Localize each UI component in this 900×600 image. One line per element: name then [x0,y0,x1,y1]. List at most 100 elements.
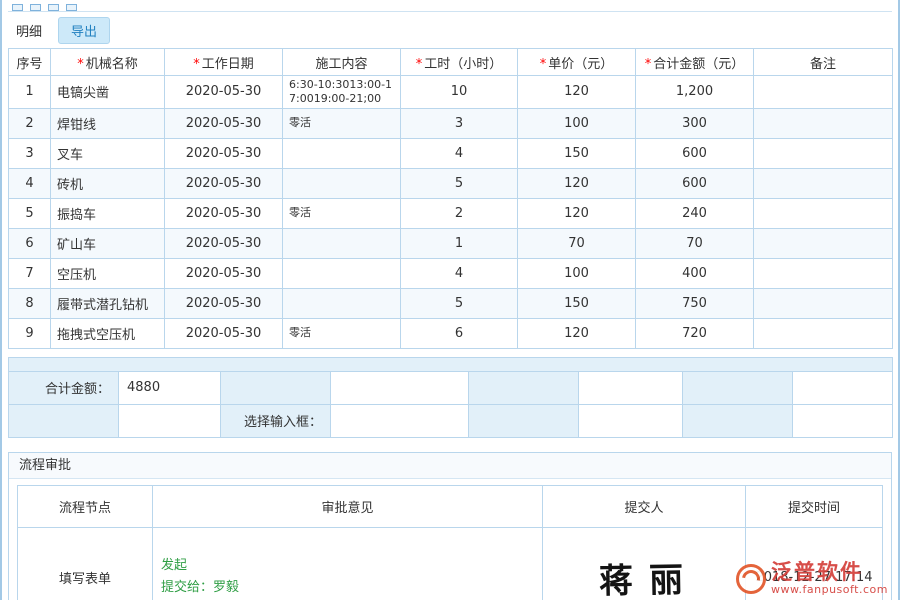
total-amount-label: 合计金额： [9,371,119,404]
cell-no: 7 [9,258,51,288]
cell-content: 零活 [283,318,401,348]
cell-total: 600 [636,138,754,168]
approval-col-header-0: 流程节点 [18,485,153,527]
machine-table-row: 5振捣车2020-05-30零活2120240 [9,198,893,228]
cell-name: 空压机 [51,258,165,288]
machine-table-row: 1电镐尖凿2020-05-306:30-10:3013:00-17:0019:0… [9,76,893,109]
cell-no: 4 [9,168,51,198]
clipped-toolbar [8,0,892,12]
cell-remark [754,318,893,348]
cell-total: 70 [636,228,754,258]
cell-date: 2020-05-30 [165,258,283,288]
opinion-line: 发起 [161,555,534,577]
cell-no: 1 [9,76,51,109]
machine-col-header-4: *工时（小时） [401,49,518,76]
cell-content: 零活 [283,108,401,138]
summary-empty-field[interactable] [579,371,683,404]
machine-col-header-0: 序号 [9,49,51,76]
required-asterisk: * [77,57,84,72]
approval-time-cell: 2018-12-27 17:14 [746,527,883,600]
cell-hours: 5 [401,168,518,198]
summary-empty-cell [469,371,579,404]
summary-empty-cell [469,404,579,437]
summary-empty-cell [221,371,331,404]
cell-hours: 6 [401,318,518,348]
total-amount-value[interactable]: 4880 [119,371,221,404]
cell-remark [754,108,893,138]
cell-name: 履带式潜孔钻机 [51,288,165,318]
cell-name: 矿山车 [51,228,165,258]
cell-price: 120 [518,318,636,348]
summary-empty-cell [683,371,793,404]
summary-empty-field[interactable] [119,404,221,437]
export-button[interactable]: 导出 [58,17,110,44]
approval-submitter-cell: 蒋丽 [543,527,746,600]
cell-price: 100 [518,258,636,288]
summary-strip-row [9,357,893,371]
cell-no: 6 [9,228,51,258]
select-input-label: 选择输入框： [221,404,331,437]
cell-no: 8 [9,288,51,318]
approval-row: 填写表单 发起提交给：罗毅 蒋丽 2018-12-27 17:14 [18,527,883,600]
cell-total: 240 [636,198,754,228]
machine-table-row: 8履带式潜孔钻机2020-05-305150750 [9,288,893,318]
machine-col-header-7: 备注 [754,49,893,76]
approval-node-cell: 填写表单 [18,527,153,600]
cell-content [283,258,401,288]
approval-table: 流程节点审批意见提交人提交时间 填写表单 发起提交给：罗毅 蒋丽 2018-12… [17,485,883,600]
cell-date: 2020-05-30 [165,288,283,318]
cell-price: 150 [518,288,636,318]
clipped-toolbar-icon[interactable] [30,4,41,11]
summary-empty-field[interactable] [331,371,469,404]
cell-price: 120 [518,168,636,198]
cell-total: 720 [636,318,754,348]
summary-empty-field[interactable] [793,371,893,404]
cell-date: 2020-05-30 [165,318,283,348]
clipped-toolbar-icon[interactable] [12,4,23,11]
machine-table-body: 1电镐尖凿2020-05-306:30-10:3013:00-17:0019:0… [9,76,893,349]
clipped-toolbar-icon[interactable] [66,4,77,11]
machine-table-row: 9拖拽式空压机2020-05-30零活6120720 [9,318,893,348]
cell-name: 拖拽式空压机 [51,318,165,348]
cell-date: 2020-05-30 [165,138,283,168]
cell-hours: 10 [401,76,518,109]
approval-col-header-2: 提交人 [543,485,746,527]
summary-empty-field[interactable] [579,404,683,437]
cell-price: 120 [518,198,636,228]
select-input-field[interactable] [331,404,469,437]
approval-header-row: 流程节点审批意见提交人提交时间 [18,485,883,527]
machine-table-row: 7空压机2020-05-304100400 [9,258,893,288]
summary-row-2: 选择输入框： [9,404,893,437]
cell-content: 6:30-10:3013:00-17:0019:00-21;00 [283,76,401,109]
cell-remark [754,288,893,318]
cell-content [283,138,401,168]
cell-no: 3 [9,138,51,168]
clipped-toolbar-icon[interactable] [48,4,59,11]
required-asterisk: * [645,57,652,72]
required-asterisk: * [416,57,423,72]
approval-col-header-1: 审批意见 [153,485,543,527]
cell-date: 2020-05-30 [165,168,283,198]
submitter-signature: 蒋丽 [589,552,700,600]
cell-content: 零活 [283,198,401,228]
cell-price: 150 [518,138,636,168]
cell-content [283,168,401,198]
cell-name: 振捣车 [51,198,165,228]
page: 明细 导出 序号*机械名称*工作日期施工内容*工时（小时）*单价（元）*合计金额… [0,0,900,600]
machine-table: 序号*机械名称*工作日期施工内容*工时（小时）*单价（元）*合计金额（元）备注 … [8,48,893,349]
cell-remark [754,258,893,288]
cell-remark [754,168,893,198]
details-label: 明细 [16,21,42,40]
cell-name: 焊钳线 [51,108,165,138]
approval-opinion-cell: 发起提交给：罗毅 [153,527,543,600]
approval-panel: 流程审批 流程节点审批意见提交人提交时间 填写表单 发起提交给：罗毅 蒋丽 [8,452,892,600]
details-toolbar: 明细 导出 [8,12,892,48]
summary-empty-field[interactable] [793,404,893,437]
cell-no: 9 [9,318,51,348]
summary-empty-cell [683,404,793,437]
machine-table-row: 6矿山车2020-05-3017070 [9,228,893,258]
summary-row-1: 合计金额： 4880 [9,371,893,404]
cell-total: 400 [636,258,754,288]
cell-total: 300 [636,108,754,138]
machine-header-row: 序号*机械名称*工作日期施工内容*工时（小时）*单价（元）*合计金额（元）备注 [9,49,893,76]
